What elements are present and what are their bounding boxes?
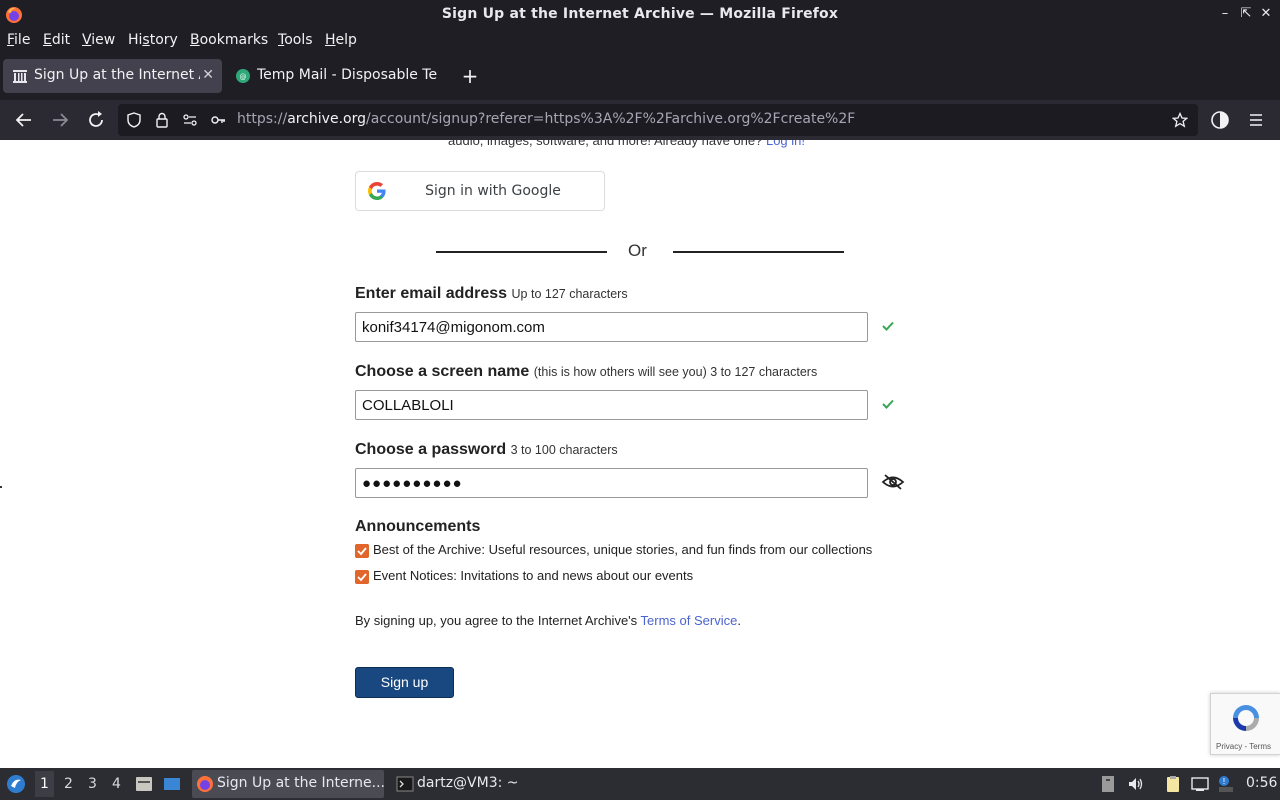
maximize-icon[interactable]: ⇱ (1237, 5, 1255, 23)
tab-label: Temp Mail - Disposable Temporary Email (257, 67, 438, 83)
bookmark-star-icon[interactable] (1172, 112, 1188, 128)
firefox-icon (197, 776, 213, 792)
tab-close-icon[interactable]: ✕ (202, 67, 214, 83)
task-label: Sign Up at the Interne... (217, 775, 385, 791)
menubar: File Edit View History Bookmarks Tools H… (0, 30, 1280, 54)
menu-history[interactable]: History (128, 32, 178, 48)
lock-icon[interactable] (154, 112, 170, 128)
google-signin-label: Sign in with Google (425, 183, 561, 199)
email-valid-check-icon (882, 321, 894, 331)
terminal-icon (396, 776, 414, 792)
or-text: Or (628, 241, 647, 260)
login-link[interactable]: Log in! (766, 140, 805, 148)
reload-icon[interactable] (84, 108, 108, 132)
workspace-1[interactable]: 1 (35, 771, 54, 797)
shield-icon[interactable] (126, 112, 142, 128)
password-label: Choose a password 3 to 100 characters (355, 441, 618, 458)
show-desktop-icon[interactable] (163, 775, 181, 793)
task-label: dartz@VM3: ~ (417, 775, 519, 791)
file-manager-icon[interactable] (135, 775, 153, 793)
menu-bookmarks[interactable]: Bookmarks (190, 32, 268, 48)
url-bar[interactable]: https://archive.org/account/signup?refer… (118, 104, 1198, 136)
divider-right (673, 251, 844, 253)
menu-view[interactable]: View (82, 32, 115, 48)
page-content: audio, images, software, and more! Alrea… (0, 140, 1280, 768)
notification-icon[interactable]: ! (1217, 775, 1235, 793)
volume-icon[interactable] (1127, 775, 1145, 793)
best-of-archive-checkbox[interactable] (355, 544, 369, 558)
url-text[interactable]: https://archive.org/account/signup?refer… (237, 111, 855, 127)
start-menu-icon[interactable] (6, 774, 26, 794)
terms-of-service-link[interactable]: Terms of Service (641, 613, 738, 628)
battery-icon[interactable] (1099, 775, 1117, 793)
archive-icon (13, 70, 27, 83)
google-signin-button[interactable]: Sign in with Google (355, 171, 605, 211)
announcements-title: Announcements (355, 518, 481, 535)
recaptcha-links[interactable]: Privacy - Terms (1216, 742, 1271, 751)
menu-tools[interactable]: Tools (278, 32, 313, 48)
event-notices-label: Event Notices: Invitations to and news a… (373, 568, 694, 583)
toggle-password-visibility-icon[interactable] (881, 473, 905, 491)
close-icon[interactable]: ✕ (1257, 5, 1275, 23)
svg-text:@: @ (240, 73, 247, 81)
taskbar: 1 2 3 4 Sign Up at the Interne... dartz@… (0, 768, 1280, 800)
nav-bar: https://archive.org/account/signup?refer… (0, 100, 1280, 140)
window-title: Sign Up at the Internet Archive — Mozill… (441, 6, 839, 22)
tab-temp-mail[interactable]: @ Temp Mail - Disposable Temporary Email (226, 59, 446, 93)
clock: 0:56 (1246, 775, 1278, 791)
email-field[interactable] (355, 312, 868, 342)
clipboard-icon[interactable] (1164, 775, 1182, 793)
network-icon[interactable] (1191, 775, 1209, 793)
key-icon[interactable] (210, 112, 226, 128)
minimize-icon[interactable]: – (1216, 5, 1234, 23)
password-field[interactable] (355, 468, 868, 498)
svg-text:!: ! (1222, 777, 1225, 786)
permissions-icon[interactable] (182, 112, 198, 128)
back-icon[interactable] (12, 108, 36, 132)
menu-edit[interactable]: Edit (43, 32, 70, 48)
menu-file[interactable]: File (7, 32, 30, 48)
page-edge-mark (0, 486, 2, 488)
recaptcha-badge[interactable]: Privacy - Terms (1210, 693, 1280, 755)
tab-strip: Sign Up at the Internet Archive ✕ @ Temp… (0, 54, 1280, 100)
email-label: Enter email address Up to 127 characters (355, 285, 628, 302)
hamburger-menu-icon[interactable] (1244, 108, 1268, 132)
menu-help[interactable]: Help (325, 32, 357, 48)
event-notices-checkbox[interactable] (355, 570, 369, 584)
screen-name-field[interactable] (355, 390, 868, 420)
account-sync-icon[interactable] (1208, 108, 1232, 132)
forward-icon[interactable] (48, 108, 72, 132)
tab-archive-signup[interactable]: Sign Up at the Internet Archive ✕ (3, 59, 222, 93)
workspace-2[interactable]: 2 (64, 776, 73, 792)
screen-name-valid-check-icon (882, 399, 894, 409)
intro-text: audio, images, software, and more! Alrea… (448, 140, 805, 148)
workspace-4[interactable]: 4 (112, 776, 121, 792)
new-tab-icon[interactable]: + (460, 66, 480, 87)
sign-up-button[interactable]: Sign up (355, 667, 454, 698)
workspace-3[interactable]: 3 (88, 776, 97, 792)
task-terminal[interactable]: dartz@VM3: ~ (392, 770, 522, 798)
recaptcha-icon (1233, 705, 1259, 731)
window-titlebar: Sign Up at the Internet Archive — Mozill… (0, 0, 1280, 30)
best-of-archive-label: Best of the Archive: Useful resources, u… (373, 542, 873, 557)
screen-name-label: Choose a screen name (this is how others… (355, 363, 818, 380)
tab-label: Sign Up at the Internet Archive (34, 67, 200, 83)
divider-left (436, 251, 607, 253)
tempmail-icon: @ (236, 69, 250, 83)
task-firefox[interactable]: Sign Up at the Interne... (192, 770, 385, 798)
terms-text: By signing up, you agree to the Internet… (355, 613, 741, 628)
